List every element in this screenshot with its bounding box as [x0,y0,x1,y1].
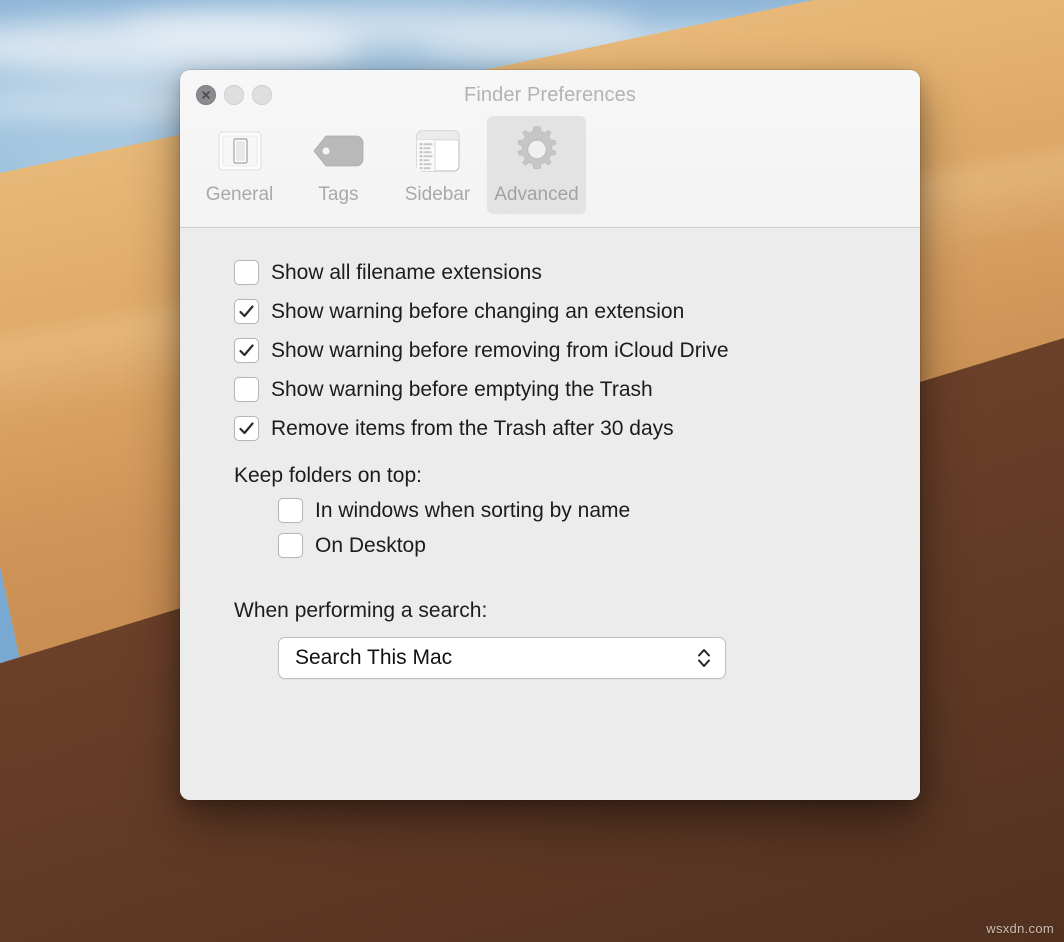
checkbox-label: Show warning before removing from iCloud… [271,339,729,362]
finder-preferences-window: Finder Preferences General Tags Sidebar … [180,70,920,800]
keep-folders-on-top-label: Keep folders on top: [234,464,422,487]
tab-sidebar[interactable]: Sidebar [388,116,487,214]
gear-icon [508,122,566,180]
search-scope-popup-button[interactable]: Search This Mac [278,637,726,679]
checkmark-icon [239,305,254,318]
preferences-toolbar: General Tags Sidebar Advanced [190,116,586,214]
checkbox-row-warn-emptying-trash[interactable]: Show warning before emptying the Trash [234,377,920,402]
checkbox-label: Show warning before emptying the Trash [271,378,653,401]
checkbox-show-all-filename-extensions[interactable] [234,260,259,285]
checkbox-row-on-desktop[interactable]: On Desktop [278,533,920,558]
window-titlebar[interactable]: Finder Preferences General Tags Sidebar … [180,70,920,228]
checkbox-row-show-all-filename-extensions[interactable]: Show all filename extensions [234,260,920,285]
window-title: Finder Preferences [464,84,636,106]
desktop-wallpaper: Finder Preferences General Tags Sidebar … [0,0,1064,942]
checkbox-warn-changing-extension[interactable] [234,299,259,324]
watermark: wsxdn.com [986,921,1054,936]
checkbox-warn-removing-icloud[interactable] [234,338,259,363]
checkbox-label: Show all filename extensions [271,261,542,284]
checkbox-warn-emptying-trash[interactable] [234,377,259,402]
checkbox-label: On Desktop [315,534,426,557]
tab-tags[interactable]: Tags [289,116,388,214]
checkbox-on-desktop[interactable] [278,533,303,558]
checkbox-row-warn-removing-icloud[interactable]: Show warning before removing from iCloud… [234,338,920,363]
search-scope-value: Search This Mac [295,646,453,669]
chevron-updown-icon [695,642,713,674]
toggle-switch-icon [211,122,269,180]
tab-tags-label: Tags [318,184,359,205]
tab-general[interactable]: General [190,116,289,214]
checkbox-remove-items-after-30-days[interactable] [234,416,259,441]
advanced-pane: Show all filename extensions Show warnin… [180,228,920,800]
cloud-decoration [120,4,640,50]
tab-advanced[interactable]: Advanced [487,116,586,214]
tab-advanced-label: Advanced [494,184,579,205]
when-performing-search-label: When performing a search: [234,599,488,622]
checkbox-row-warn-changing-extension[interactable]: Show warning before changing an extensio… [234,299,920,324]
sidebar-window-icon [409,122,467,180]
checkbox-label: In windows when sorting by name [315,499,631,522]
checkbox-in-windows-sorting-by-name[interactable] [278,498,303,523]
tag-icon [310,122,368,180]
checkbox-row-in-windows-sorting-by-name[interactable]: In windows when sorting by name [278,498,920,523]
checkbox-label: Remove items from the Trash after 30 day… [271,417,674,440]
search-scope-wrap: Search This Mac [278,637,920,679]
tab-sidebar-label: Sidebar [404,184,471,205]
tab-general-label: General [205,184,274,205]
checkbox-label: Show warning before changing an extensio… [271,300,685,323]
checkmark-icon [239,422,254,435]
cloud-decoration [0,18,360,76]
checkbox-row-remove-items-after-30-days[interactable]: Remove items from the Trash after 30 day… [234,416,920,441]
checkmark-icon [239,344,254,357]
